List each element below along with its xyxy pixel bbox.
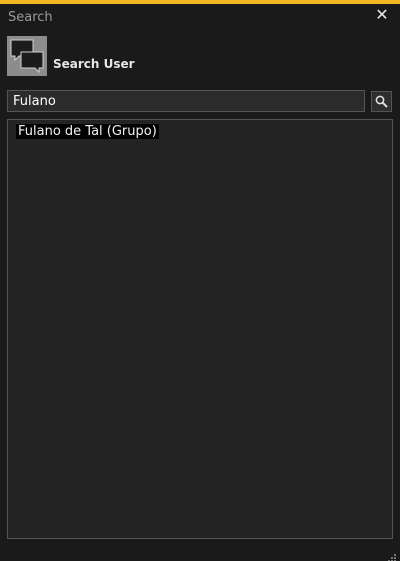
results-list[interactable]: Fulano de Tal (Grupo) bbox=[7, 119, 393, 539]
window-title: Search bbox=[8, 10, 53, 25]
list-item[interactable]: Fulano de Tal (Grupo) bbox=[16, 124, 159, 139]
search-window: Search ✕ Search User Fulano de Tal (Grup… bbox=[0, 0, 400, 561]
chat-bubbles-icon bbox=[7, 36, 47, 76]
close-icon[interactable]: ✕ bbox=[374, 6, 390, 24]
search-icon bbox=[375, 95, 388, 108]
search-input[interactable] bbox=[7, 90, 365, 112]
search-button[interactable] bbox=[371, 91, 392, 112]
resize-grip-icon[interactable] bbox=[387, 548, 397, 561]
header-title: Search User bbox=[53, 57, 135, 71]
